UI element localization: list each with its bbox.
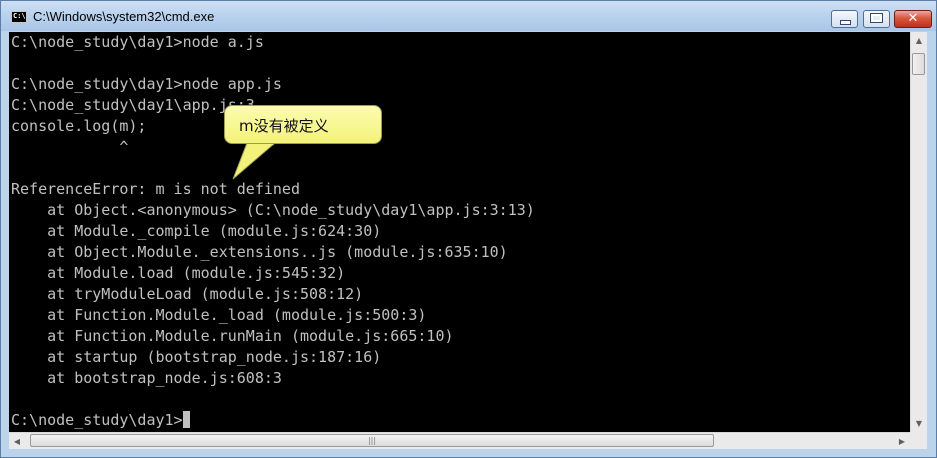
tooltip-tail bbox=[232, 143, 276, 180]
tooltip-balloon: m没有被定义 bbox=[224, 105, 382, 144]
vertical-scroll-thumb[interactable] bbox=[912, 53, 925, 75]
window-title: C:\Windows\system32\cmd.exe bbox=[33, 9, 215, 24]
tooltip-text: m没有被定义 bbox=[239, 117, 329, 135]
minimize-button[interactable] bbox=[831, 10, 858, 28]
left-arrow-icon: ◀ bbox=[13, 437, 21, 446]
console-line: at Module._compile (module.js:624:30) bbox=[11, 222, 382, 240]
console-line: C:\node_study\day1>node app.js bbox=[11, 75, 282, 93]
horizontal-scrollbar[interactable]: ◀ ||| ▶ bbox=[9, 432, 910, 449]
scroll-left-button[interactable]: ◀ bbox=[9, 433, 25, 450]
console-line: at Function.Module.runMain (module.js:66… bbox=[11, 327, 454, 345]
text-cursor bbox=[182, 411, 190, 428]
horizontal-scroll-thumb[interactable]: ||| bbox=[30, 434, 714, 447]
scrollbar-corner bbox=[910, 432, 927, 449]
cmd-icon-label: C:\ bbox=[13, 12, 26, 20]
console-line: at bootstrap_node.js:608:3 bbox=[11, 369, 282, 387]
console-line: at Module.load (module.js:545:32) bbox=[11, 264, 346, 282]
vertical-scrollbar[interactable]: ▲ ▼ bbox=[910, 32, 927, 432]
minimize-icon bbox=[840, 20, 851, 25]
scroll-right-button[interactable]: ▶ bbox=[894, 433, 910, 450]
cmd-window: C:\ C:\Windows\system32\cmd.exe ✕ C:\nod… bbox=[0, 0, 937, 458]
down-arrow-icon: ▼ bbox=[915, 419, 923, 428]
console-output[interactable]: C:\node_study\day1>node a.js C:\node_stu… bbox=[9, 32, 910, 432]
console-line: at Object.<anonymous> (C:\node_study\day… bbox=[11, 201, 535, 219]
console-line: at Function.Module._load (module.js:500:… bbox=[11, 306, 427, 324]
console-line: at startup (bootstrap_node.js:187:16) bbox=[11, 348, 382, 366]
console-line: at tryModuleLoad (module.js:508:12) bbox=[11, 285, 364, 303]
grip-icon: ||| bbox=[367, 436, 377, 445]
up-arrow-icon: ▲ bbox=[915, 36, 923, 45]
scroll-down-button[interactable]: ▼ bbox=[911, 415, 927, 432]
right-arrow-icon: ▶ bbox=[898, 437, 906, 446]
title-bar[interactable]: C:\ C:\Windows\system32\cmd.exe ✕ bbox=[1, 1, 936, 31]
close-icon: ✕ bbox=[907, 11, 919, 26]
console-text: C:\node_study\day1>node a.js C:\node_stu… bbox=[11, 32, 535, 431]
scroll-up-button[interactable]: ▲ bbox=[911, 32, 927, 49]
console-prompt-line[interactable]: C:\node_study\day1> bbox=[11, 410, 535, 431]
console-line: C:\node_study\day1>node a.js bbox=[11, 33, 264, 51]
console-line: at Object.Module._extensions..js (module… bbox=[11, 243, 508, 261]
close-button[interactable]: ✕ bbox=[894, 10, 932, 28]
maximize-icon bbox=[870, 13, 883, 23]
cmd-icon[interactable]: C:\ bbox=[11, 11, 27, 23]
maximize-button[interactable] bbox=[863, 10, 890, 28]
console-prompt: C:\node_study\day1> bbox=[11, 411, 183, 429]
